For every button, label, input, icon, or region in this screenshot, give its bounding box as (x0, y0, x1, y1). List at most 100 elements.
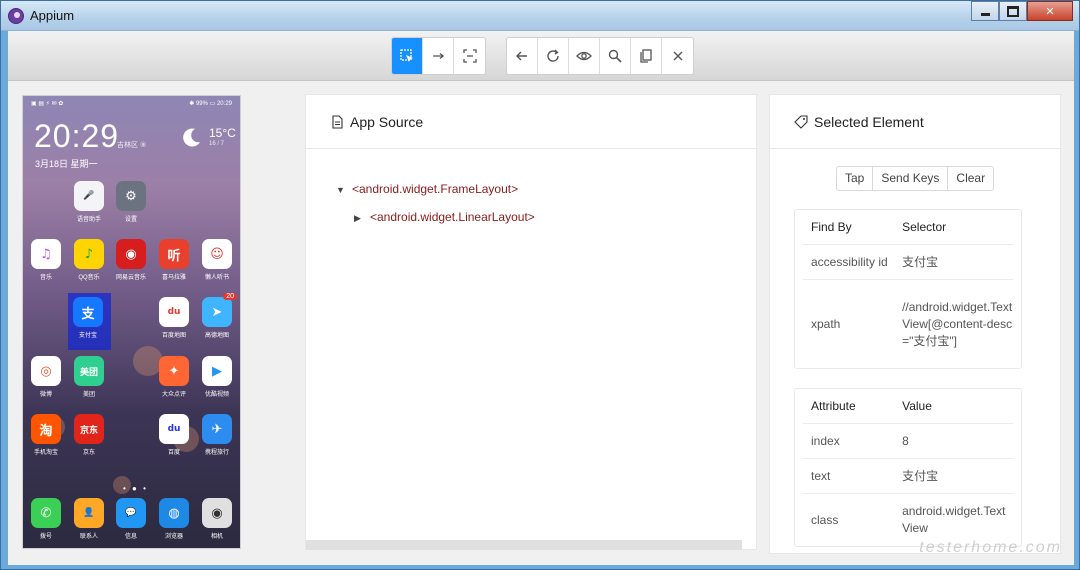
app-glyph-icon: ♪ (74, 239, 104, 269)
back-arrow-icon (516, 51, 527, 61)
app-glyph-icon: 京东 (74, 414, 104, 444)
status-left-icons: ▣ ▤ ⚡ ✉ ✿ (31, 101, 64, 107)
app-glyph-icon: ✦ (159, 356, 189, 386)
app-icon-17[interactable]: du 百度 (154, 414, 194, 456)
app-glyph-icon: ▶ (202, 356, 232, 386)
app-label: 语音助手 (76, 217, 101, 223)
action-button-group (506, 37, 694, 75)
app-icon-9[interactable]: du 百度地图 (154, 297, 194, 339)
app-label: 网易云音乐 (115, 275, 146, 281)
clock-location: 吉林区 ⑨ (117, 142, 147, 149)
select-element-icon (400, 49, 413, 62)
select-element-button[interactable] (392, 38, 423, 74)
tree-node-framelayout[interactable]: ▼ <android.widget.FrameLayout> (336, 179, 535, 207)
app-icon-1[interactable]: 🎤 语音助手 (69, 181, 109, 223)
app-icon-13[interactable]: ✦ 大众点评 (154, 356, 194, 398)
attributes-table: Attribute Value index 8 text 支付宝 class a… (794, 388, 1022, 547)
app-glyph-icon: du (159, 414, 189, 444)
table-row: xpath //android.widget.TextView[@content… (803, 280, 1013, 368)
app-label: 优酷视频 (204, 392, 229, 398)
tap-by-coordinates-button[interactable] (454, 38, 485, 74)
watermark: testerhome.com (919, 539, 1062, 556)
device-screenshot[interactable]: ▣ ▤ ⚡ ✉ ✿ ✱ 99% ▭ 20:29 20:29 吉林区 ⑨ 3月18… (22, 95, 241, 549)
expand-caret-icon[interactable]: ▼ (336, 180, 352, 200)
app-label: 百度地图 (161, 333, 186, 339)
search-button[interactable] (600, 38, 631, 74)
tap-button[interactable]: Tap (837, 167, 874, 190)
tap-by-coordinates-icon (462, 49, 477, 63)
app-icon-2[interactable]: ⚙ 设置 (111, 181, 151, 223)
column-header: Find By (811, 220, 852, 234)
close-window-button[interactable]: ✕ (1027, 1, 1073, 21)
minimize-button[interactable] (971, 1, 999, 21)
app-glyph-icon: ✆ (31, 498, 61, 528)
file-icon (332, 114, 343, 129)
selector-value[interactable]: 支付宝 (902, 245, 1013, 279)
status-right-info: ✱ 99% ▭ 20:29 (189, 101, 232, 107)
app-icon-6[interactable]: 听喜马拉雅 (154, 239, 194, 281)
app-icon-4[interactable]: ♪ QQ音乐 (69, 239, 109, 281)
app-label: 微博 (39, 392, 52, 398)
clear-button[interactable]: Clear (948, 167, 994, 190)
show-hide-attributes-button[interactable] (569, 38, 600, 74)
app-icon-5[interactable]: ◉ 网易云音乐 (111, 239, 151, 281)
app-source-title: App Source (350, 113, 424, 130)
app-icon-3[interactable]: ♫ 音乐 (26, 239, 66, 281)
copy-xml-button[interactable] (631, 38, 662, 74)
horizontal-scrollbar[interactable] (306, 540, 742, 550)
refresh-button[interactable] (538, 38, 569, 74)
app-icon-18[interactable]: ✈ 携程旅行 (197, 414, 237, 456)
app-icon-12[interactable]: 美团 美团 (69, 356, 109, 398)
app-icon-15[interactable]: 淘手机淘宝 (26, 414, 66, 456)
eye-icon (576, 51, 592, 61)
maximize-button[interactable] (999, 1, 1027, 21)
swipe-by-coordinates-button[interactable] (423, 38, 454, 74)
app-icon-7[interactable]: ☺ 懒人听书 (197, 239, 237, 281)
app-icon-23[interactable]: ◉ 相机 (197, 498, 237, 540)
app-glyph-icon: 👤 (74, 498, 104, 528)
app-glyph-icon: ⚙ (116, 181, 146, 211)
attribute-value: 支付宝 (902, 468, 939, 483)
app-icon-11[interactable]: ◎ 微博 (26, 356, 66, 398)
app-label: 高德地图 (204, 333, 229, 339)
app-icon-20[interactable]: 👤 联系人 (69, 498, 109, 540)
app-glyph-icon: 💬 (116, 498, 146, 528)
attribute-name: class (811, 513, 839, 527)
app-icon-14[interactable]: ▶ 优酷视频 (197, 356, 237, 398)
app-glyph-icon: 听 (159, 239, 189, 269)
app-glyph-icon: ✈ (202, 414, 232, 444)
table-row: text 支付宝 (803, 459, 1013, 494)
app-label: 相机 (210, 534, 223, 540)
app-glyph-icon: ◉ (202, 498, 232, 528)
title-bar: Appium ✕ (1, 1, 1079, 31)
table-row: index 8 (803, 424, 1013, 459)
app-icon-10[interactable]: ➤ 高德地图 20 (197, 293, 237, 339)
quit-session-button[interactable] (662, 38, 693, 74)
app-icon-21[interactable]: 💬 信息 (111, 498, 151, 540)
close-icon (673, 51, 682, 61)
app-icon-19[interactable]: ✆ 拨号 (26, 498, 66, 540)
selector-value[interactable]: //android.widget.TextView[@content-desc=… (902, 280, 1013, 368)
find-strategy: accessibility id (811, 255, 888, 269)
find-by-table: Find By Selector accessibility id 支付宝 xp… (794, 209, 1022, 369)
source-tree: ▼ <android.widget.FrameLayout> ▶ <android.… (336, 179, 535, 235)
app-glyph-icon: ◍ (159, 498, 189, 528)
send-keys-button[interactable]: Send Keys (873, 167, 949, 190)
tree-node-label[interactable]: <android.widget.LinearLayout> (370, 210, 535, 224)
app-label: 手机淘宝 (33, 450, 58, 456)
app-glyph-icon: 淘 (31, 414, 61, 444)
search-icon (608, 49, 622, 63)
app-source-panel: App Source ▼ <android.widget.FrameLayout>… (305, 94, 757, 550)
column-header: Attribute (811, 399, 856, 413)
app-icon-8[interactable]: 支支付宝 (68, 297, 108, 339)
tree-node-linearlayout[interactable]: ▶ <android.widget.LinearLayout> (336, 207, 535, 235)
tree-node-label[interactable]: <android.widget.FrameLayout> (352, 182, 518, 196)
app-label: 浏览器 (164, 534, 183, 540)
column-header: Value (902, 398, 932, 413)
attribute-value: 8 (902, 433, 909, 448)
back-button[interactable] (507, 38, 538, 74)
app-icon-22[interactable]: ◍ 浏览器 (154, 498, 194, 540)
collapse-caret-icon[interactable]: ▶ (354, 208, 370, 228)
app-icon-16[interactable]: 京东 京东 (69, 414, 109, 456)
page-indicator: • ● • (123, 484, 148, 493)
